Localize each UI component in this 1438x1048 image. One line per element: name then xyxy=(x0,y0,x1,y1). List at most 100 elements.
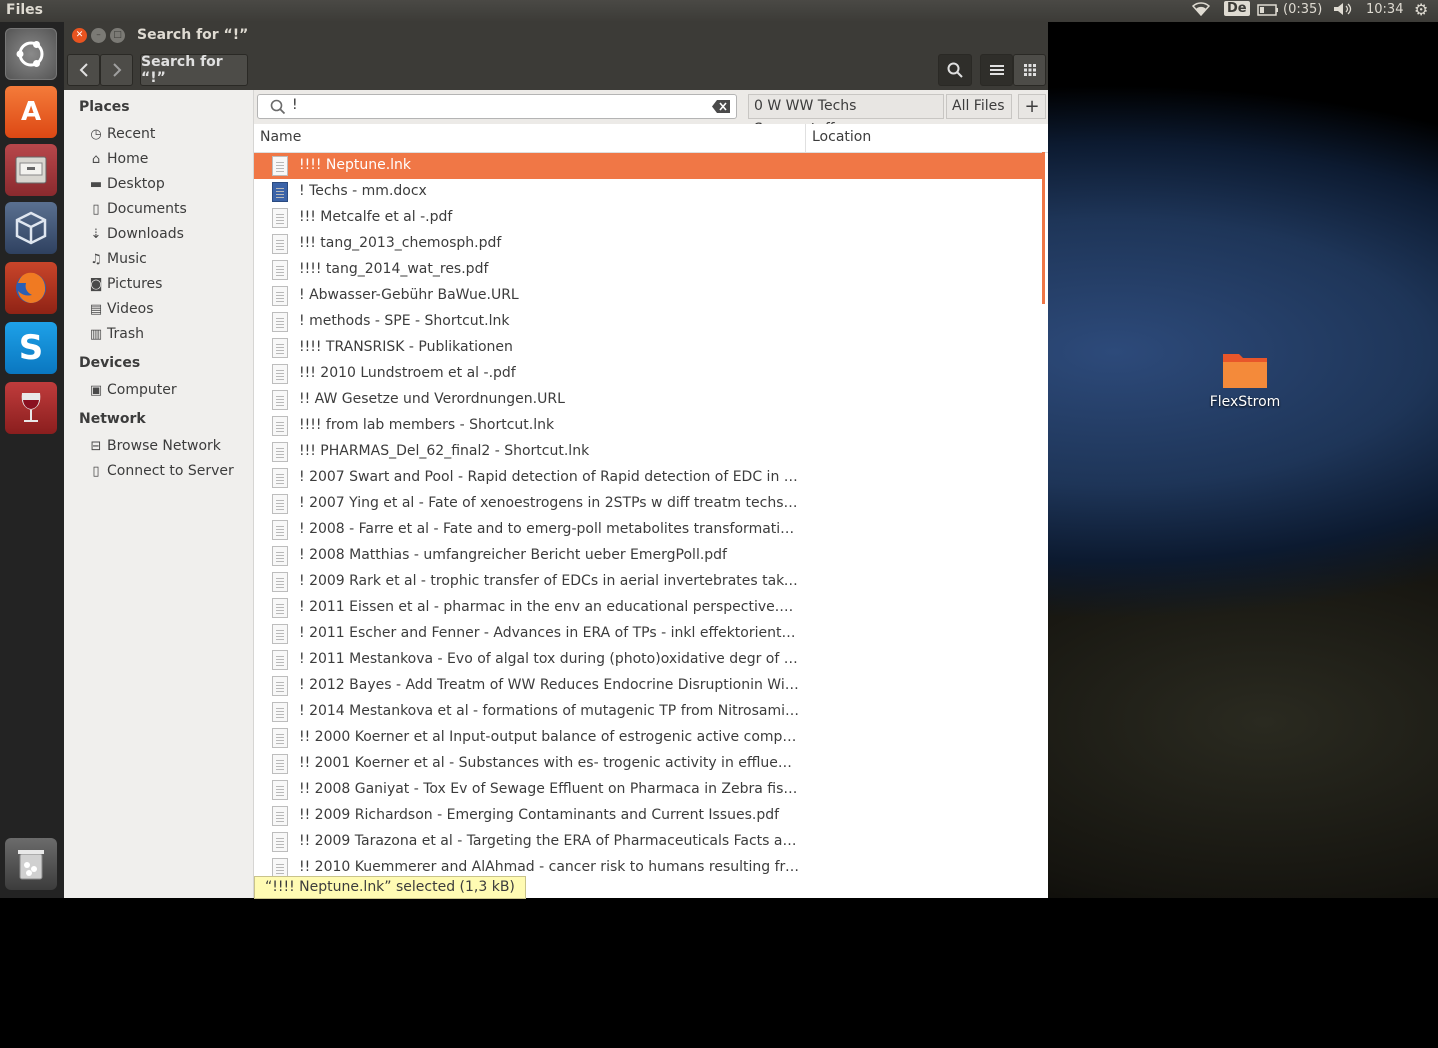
sidebar-item-music[interactable]: ♫ Music xyxy=(88,251,147,267)
file-row[interactable]: !! 2000 Koerner et al Input-output balan… xyxy=(254,725,1044,751)
add-search-criteria-button[interactable]: + xyxy=(1018,94,1046,119)
gear-icon[interactable]: ⚙ xyxy=(1414,0,1428,19)
file-name: !! 2009 Richardson - Emerging Contaminan… xyxy=(299,807,780,823)
sidebar-item-computer[interactable]: ▣ Computer xyxy=(88,382,177,398)
file-row[interactable]: ! 2011 Eissen et al - pharmac in the env… xyxy=(254,595,1044,621)
file-row[interactable]: !!! PHARMAS_Del_62_final2 - Shortcut.lnk xyxy=(254,439,1044,465)
sidebar-item-videos[interactable]: ▤ Videos xyxy=(88,301,154,317)
file-icon xyxy=(272,702,288,722)
close-button[interactable]: ✕ xyxy=(72,28,87,43)
launcher-trash-button[interactable] xyxy=(5,838,57,890)
file-row[interactable]: !! 2001 Koerner et al - Substances with … xyxy=(254,751,1044,777)
sidebar-item-label: Recent xyxy=(107,126,156,142)
back-button[interactable] xyxy=(67,54,100,86)
file-name: !!! Metcalfe et al -.pdf xyxy=(299,209,453,225)
column-location[interactable]: Location xyxy=(812,129,871,145)
file-row[interactable]: !! 2008 Ganiyat - Tox Ev of Sewage Efflu… xyxy=(254,777,1044,803)
ubuntu-logo-icon xyxy=(16,41,44,67)
file-icon xyxy=(272,260,288,280)
trash-icon xyxy=(18,850,44,880)
sidebar-item-desktop[interactable]: ▬ Desktop xyxy=(88,176,165,192)
sidebar-item-trash[interactable]: ▥ Trash xyxy=(88,326,144,342)
folder-icon xyxy=(1223,354,1267,388)
forward-button[interactable] xyxy=(100,54,133,86)
search-bar: ! 0 W WW Techs Spurenstoffe All Files + xyxy=(254,90,1048,137)
sidebar-item-documents[interactable]: ▯ Documents xyxy=(88,201,187,217)
file-name: !! 2001 Koerner et al - Substances with … xyxy=(299,755,799,771)
launcher-skype-button[interactable]: S xyxy=(5,322,57,374)
sidebar-item-browse-network[interactable]: ⊟ Browse Network xyxy=(88,438,221,454)
launcher-virtualbox-button[interactable] xyxy=(5,202,57,254)
maximize-button[interactable]: □ xyxy=(110,28,125,43)
places-heading: Places xyxy=(79,99,130,115)
sidebar-item-label: Documents xyxy=(107,201,187,217)
file-row[interactable]: ! 2007 Ying et al - Fate of xenoestrogen… xyxy=(254,491,1044,517)
volume-icon[interactable] xyxy=(1333,2,1353,20)
launcher-wine-button[interactable] xyxy=(5,382,57,434)
sidebar-item-connect-server[interactable]: ▯ Connect to Server xyxy=(88,463,233,479)
folder-icon: ▬ xyxy=(89,176,103,192)
sidebar-item-home[interactable]: ⌂ Home xyxy=(88,151,148,167)
battery-time[interactable]: (0:35) xyxy=(1283,2,1322,17)
file-row[interactable]: !!! tang_2013_chemosph.pdf xyxy=(254,231,1044,257)
file-row[interactable]: !! 2009 Tarazona et al - Targeting the E… xyxy=(254,829,1044,855)
file-row[interactable]: ! 2012 Bayes - Add Treatm of WW Reduces … xyxy=(254,673,1044,699)
file-name: ! Abwasser-Gebühr BaWue.URL xyxy=(299,287,519,303)
file-row[interactable]: !! AW Gesetze und Verordnungen.URL xyxy=(254,387,1044,413)
minimize-button[interactable]: – xyxy=(91,28,106,43)
file-row[interactable]: !!!! TRANSRISK - Publikationen xyxy=(254,335,1044,361)
wifi-icon[interactable] xyxy=(1191,2,1211,20)
chevron-left-icon xyxy=(79,63,88,77)
file-icon xyxy=(272,832,288,852)
search-location-current[interactable]: 0 W WW Techs Spurenstoffe xyxy=(748,94,944,137)
clock[interactable]: 10:34 xyxy=(1366,2,1403,17)
file-row[interactable]: ! Abwasser-Gebühr BaWue.URL xyxy=(254,283,1044,309)
search-button[interactable] xyxy=(938,54,972,86)
file-row[interactable]: !! 2009 Richardson - Emerging Contaminan… xyxy=(254,803,1044,829)
list-view-button[interactable] xyxy=(980,54,1013,86)
column-name[interactable]: Name xyxy=(260,129,301,145)
path-bar-button[interactable]: Search for “!” xyxy=(140,54,248,86)
sidebar-item-label: Computer xyxy=(107,382,177,398)
file-row[interactable]: ! methods - SPE - Shortcut.lnk xyxy=(254,309,1044,335)
file-row[interactable]: !!!! tang_2014_wat_res.pdf xyxy=(254,257,1044,283)
launcher-files-button[interactable] xyxy=(5,144,57,196)
download-icon: ⇣ xyxy=(90,226,102,242)
file-row[interactable]: !!!! from lab members - Shortcut.lnk xyxy=(254,413,1044,439)
sidebar-item-label: Desktop xyxy=(107,176,165,192)
file-row[interactable]: ! Techs - mm.docx xyxy=(254,179,1044,205)
search-query: ! xyxy=(292,97,298,113)
sidebar-item-pictures[interactable]: ◙ Pictures xyxy=(88,276,163,292)
file-icon xyxy=(272,676,288,696)
grid-icon xyxy=(1023,64,1036,76)
file-cabinet-icon xyxy=(15,156,47,184)
firefox-icon xyxy=(16,272,46,303)
clear-icon[interactable] xyxy=(712,100,730,113)
trash-icon: ▥ xyxy=(89,326,103,342)
keyboard-layout-indicator[interactable]: De xyxy=(1224,1,1250,16)
file-row[interactable]: ! 2011 Escher and Fenner - Advances in E… xyxy=(254,621,1044,647)
launcher-software-center-button[interactable]: A xyxy=(5,86,57,138)
file-row[interactable]: !!! Metcalfe et al -.pdf xyxy=(254,205,1044,231)
sidebar-item-downloads[interactable]: ⇣ Downloads xyxy=(88,226,184,242)
file-row[interactable]: !!! 2010 Lundstroem et al -.pdf xyxy=(254,361,1044,387)
desktop-folder-flexstrom[interactable]: FlexStrom xyxy=(1208,350,1282,410)
file-row[interactable]: ! 2008 - Farre et al - Fate and to emerg… xyxy=(254,517,1044,543)
file-icon xyxy=(272,598,288,618)
launcher-firefox-button[interactable] xyxy=(5,262,57,314)
sidebar-item-recent[interactable]: ◷ Recent xyxy=(88,126,155,142)
file-name: ! 2012 Bayes - Add Treatm of WW Reduces … xyxy=(299,677,799,693)
battery-icon[interactable] xyxy=(1257,4,1279,20)
top-panel: Files De (0:35) 10:34 ⚙ xyxy=(0,0,1438,22)
search-location-all-files[interactable]: All Files xyxy=(946,94,1012,119)
file-row[interactable]: ! 2009 Rark et al - trophic transfer of … xyxy=(254,569,1044,595)
grid-view-button[interactable] xyxy=(1013,54,1046,86)
launcher-dash-button[interactable] xyxy=(5,28,57,80)
scrollbar[interactable] xyxy=(1042,152,1045,304)
search-input[interactable]: ! xyxy=(257,94,737,119)
file-row[interactable]: ! 2014 Mestankova et al - formations of … xyxy=(254,699,1044,725)
file-row[interactable]: ! 2011 Mestankova - Evo of algal tox dur… xyxy=(254,647,1044,673)
file-row[interactable]: ! 2008 Matthias - umfangreicher Bericht … xyxy=(254,543,1044,569)
file-row[interactable]: ! 2007 Swart and Pool - Rapid detection … xyxy=(254,465,1044,491)
file-row[interactable]: !!!! Neptune.lnk xyxy=(254,153,1044,179)
